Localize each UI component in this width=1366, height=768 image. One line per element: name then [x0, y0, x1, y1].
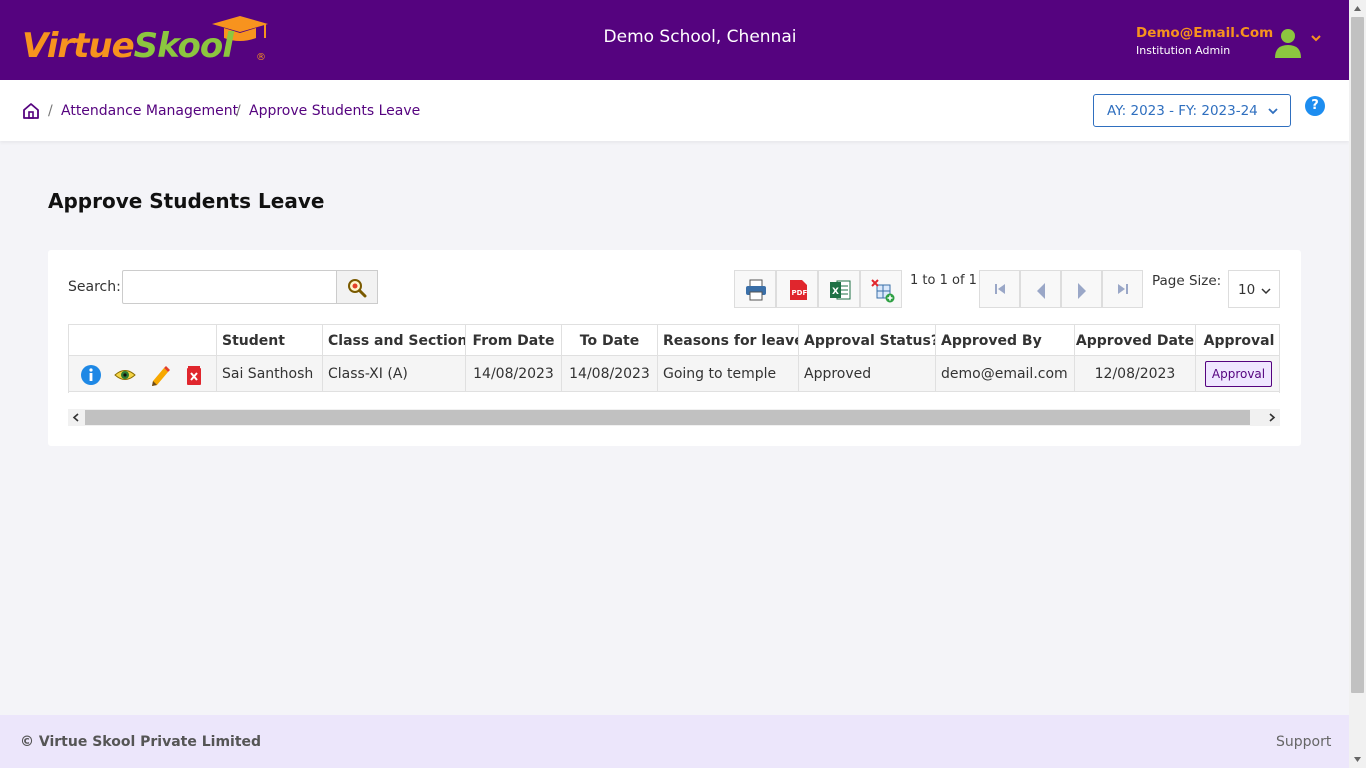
- cell-student: Sai Santhosh: [217, 356, 323, 391]
- footer-copyright: © Virtue Skool Private Limited: [20, 734, 262, 750]
- page-size-value: 10: [1238, 282, 1256, 298]
- column-header-class-section[interactable]: Class and Section: [323, 325, 466, 355]
- breadcrumb-separator: /: [48, 103, 53, 119]
- last-page-button[interactable]: [1102, 270, 1143, 308]
- svg-text:PDF: PDF: [792, 289, 808, 297]
- academic-year-value: AY: 2023 - FY: 2023-24: [1107, 103, 1258, 119]
- search-input[interactable]: [122, 270, 338, 304]
- scroll-down-icon[interactable]: [1353, 756, 1362, 763]
- excel-export-button[interactable]: X: [818, 270, 860, 308]
- user-avatar-icon[interactable]: [1274, 27, 1302, 59]
- cell-reason: Going to temple: [658, 356, 799, 391]
- scroll-up-icon[interactable]: [1353, 5, 1362, 12]
- column-header-approved-date[interactable]: Approved Date: [1075, 325, 1196, 355]
- chevron-down-icon[interactable]: [1310, 33, 1322, 43]
- column-chooser-icon: [871, 279, 895, 303]
- breadcrumb-approve-students-leave[interactable]: Approve Students Leave: [249, 103, 420, 119]
- cell-approval-status: Approved: [799, 356, 936, 391]
- table-row[interactable]: Sai Santhosh Class-XI (A) 14/08/2023 14/…: [69, 356, 1279, 392]
- column-header-from-date[interactable]: From Date: [466, 325, 562, 355]
- pdf-export-button[interactable]: PDF: [776, 270, 818, 308]
- search-label: Search:: [68, 279, 121, 295]
- info-icon[interactable]: [80, 364, 102, 386]
- scroll-left-icon[interactable]: [72, 413, 80, 422]
- cell-from-date: 14/08/2023: [466, 356, 562, 391]
- view-eye-icon[interactable]: [114, 364, 136, 386]
- print-icon: [746, 279, 766, 301]
- horizontal-scroll-thumb[interactable]: [85, 410, 1250, 425]
- registered-mark: ®: [256, 52, 266, 63]
- magnifier-icon: [348, 279, 367, 298]
- search-button[interactable]: [336, 270, 378, 304]
- page-vertical-scrollbar[interactable]: [1349, 0, 1366, 768]
- page-size-label: Page Size:: [1152, 273, 1222, 289]
- column-header-student[interactable]: Student: [217, 325, 323, 355]
- column-header-approval: Approval: [1203, 333, 1275, 349]
- column-header-reason[interactable]: Reasons for leave: [658, 325, 799, 355]
- previous-page-icon: [1037, 283, 1045, 299]
- scroll-right-icon[interactable]: [1268, 413, 1276, 422]
- cell-to-date: 14/08/2023: [562, 356, 658, 391]
- user-role: Institution Admin: [1136, 44, 1231, 57]
- first-page-icon: [995, 284, 1005, 294]
- user-email[interactable]: Demo@Email.Com: [1136, 25, 1273, 41]
- home-icon[interactable]: [22, 102, 40, 120]
- excel-icon: X: [830, 280, 851, 300]
- chevron-down-icon: [1261, 288, 1271, 295]
- page-size-select[interactable]: 10: [1228, 270, 1280, 308]
- print-button[interactable]: [734, 270, 776, 308]
- delete-icon[interactable]: [183, 364, 205, 386]
- table-header: Student Class and Section From Date To D…: [69, 324, 1279, 356]
- first-page-button[interactable]: [979, 270, 1020, 308]
- svg-text:X: X: [832, 287, 839, 297]
- chevron-down-icon: [1268, 108, 1278, 115]
- help-icon[interactable]: ?: [1305, 96, 1325, 116]
- cell-class-section: Class-XI (A): [323, 356, 466, 391]
- last-page-icon: [1118, 284, 1128, 294]
- edit-pencil-icon[interactable]: [149, 364, 171, 386]
- breadcrumb-attendance-management[interactable]: Attendance Management: [61, 103, 238, 119]
- breadcrumb-separator: /: [236, 103, 241, 119]
- leave-table: Student Class and Section From Date To D…: [68, 324, 1280, 393]
- column-header-to-date[interactable]: To Date: [562, 325, 658, 355]
- vertical-scroll-thumb[interactable]: [1351, 17, 1364, 693]
- footer-support-link[interactable]: Support: [1276, 734, 1331, 750]
- row-actions: [69, 356, 217, 391]
- next-page-icon: [1078, 283, 1086, 299]
- column-header-approval-status[interactable]: Approval Status?: [799, 325, 936, 355]
- pdf-icon: PDF: [790, 280, 808, 300]
- page-title: Approve Students Leave: [48, 189, 325, 213]
- approval-button[interactable]: Approval: [1205, 361, 1272, 387]
- previous-page-button[interactable]: [1020, 270, 1061, 308]
- cell-approved-date: 12/08/2023: [1075, 356, 1196, 391]
- cell-approved-by: demo@email.com: [936, 356, 1075, 391]
- next-page-button[interactable]: [1061, 270, 1102, 308]
- pagination-info: 1 to 1 of 1: [910, 273, 977, 288]
- column-header-approved-by[interactable]: Approved By: [936, 325, 1075, 355]
- academic-year-select[interactable]: AY: 2023 - FY: 2023-24: [1093, 94, 1291, 127]
- horizontal-scrollbar[interactable]: [68, 409, 1280, 426]
- column-header-actions: [69, 325, 217, 355]
- column-chooser-button[interactable]: [860, 270, 902, 308]
